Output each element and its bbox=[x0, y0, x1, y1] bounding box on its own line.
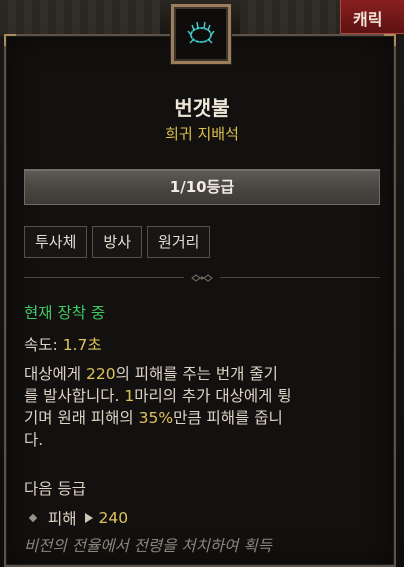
speed-value: 1.7초 bbox=[62, 336, 102, 354]
frame-corner bbox=[4, 34, 16, 46]
rank-indicator: 1/10등급 bbox=[24, 169, 380, 205]
next-rank-heading: 다음 등급 bbox=[24, 480, 86, 498]
skill-description: 대상에게 220의 피해를 주는 번개 줄기 를 발사합니다. 1마리의 추가 … bbox=[24, 365, 292, 449]
speed-label: 속도: bbox=[24, 336, 58, 354]
section-divider bbox=[24, 272, 380, 284]
character-tab[interactable]: 캐릭 bbox=[340, 0, 404, 34]
background-decoration bbox=[240, 0, 340, 36]
equipped-status: 현재 장착 중 bbox=[24, 304, 106, 322]
item-name: 번갯불 bbox=[174, 96, 230, 120]
bounce-damage-percent: 35% bbox=[138, 409, 174, 427]
next-rank-stat: 피해 240 bbox=[28, 507, 128, 529]
thorn-wreath-icon bbox=[187, 21, 215, 44]
damage-value: 220 bbox=[85, 365, 116, 383]
frame-corner bbox=[384, 34, 396, 46]
next-stat-label: 피해 bbox=[48, 510, 77, 528]
item-rarity: 희귀 지배석 bbox=[165, 125, 239, 143]
cast-speed: 속도: 1.7초 bbox=[24, 334, 384, 356]
tag-ranged: 원거리 bbox=[147, 226, 211, 258]
background-decoration bbox=[0, 0, 160, 36]
divider-ornament-icon bbox=[191, 274, 213, 282]
next-stat-value: 240 bbox=[98, 509, 129, 527]
acquisition-source: 비전의 전율에서 전령을 처치하여 획득 bbox=[24, 537, 272, 555]
tag-projectile: 투사체 bbox=[24, 226, 88, 258]
skill-icon-frame bbox=[171, 4, 231, 64]
skill-tags: 투사체 방사 원거리 bbox=[24, 226, 211, 258]
tag-emission: 방사 bbox=[92, 226, 143, 258]
bullet-diamond-icon bbox=[28, 513, 38, 523]
arrow-right-icon bbox=[84, 513, 93, 523]
bounce-count: 1 bbox=[124, 387, 135, 405]
